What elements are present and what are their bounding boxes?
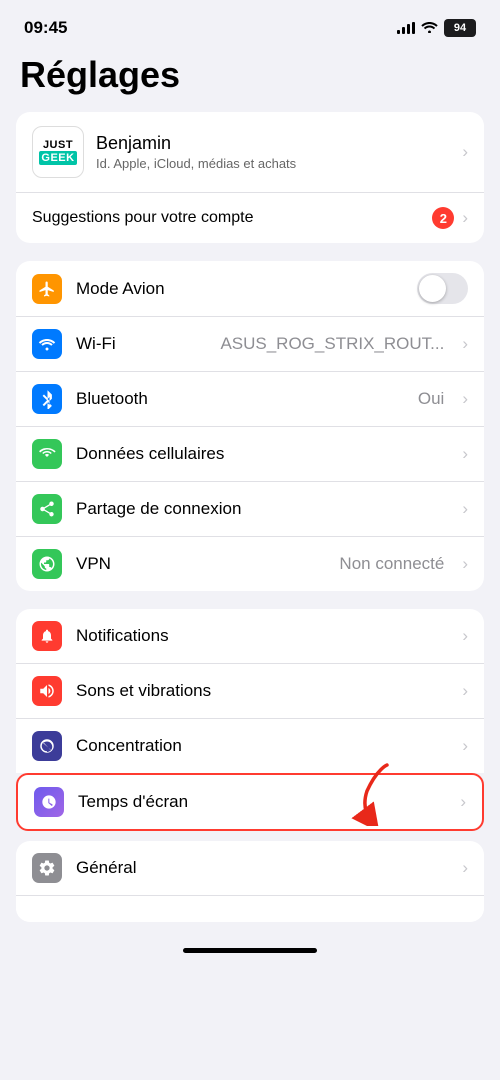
bluetooth-value: Oui: [418, 389, 444, 409]
page-title: Réglages: [0, 44, 500, 112]
wifi-icon: [32, 329, 62, 359]
battery-indicator: 94: [444, 19, 476, 37]
partage-chevron-icon: ›: [462, 499, 468, 519]
cellulaires-icon: [32, 439, 62, 469]
account-row[interactable]: JUST GEEK Benjamin Id. Apple, iCloud, mé…: [16, 112, 484, 192]
partage-label: Partage de connexion: [76, 499, 448, 519]
account-chevron-icon: ›: [462, 142, 468, 162]
notif-section: Notifications › Sons et vibrations › Con…: [0, 609, 500, 831]
general-card: Général ›: [16, 841, 484, 922]
temps-icon: [34, 787, 64, 817]
suggestion-badge: 2: [432, 207, 454, 229]
general-label: Général: [76, 858, 448, 878]
account-subtitle: Id. Apple, iCloud, médias et achats: [96, 156, 450, 171]
row-notif[interactable]: Notifications ›: [16, 609, 484, 663]
network-card: Mode Avion Wi-Fi ASUS_ROG_STRIX_ROUT... …: [16, 261, 484, 591]
row-bluetooth[interactable]: Bluetooth Oui ›: [16, 371, 484, 426]
row-vpn[interactable]: VPN Non connecté ›: [16, 536, 484, 591]
vpn-icon: [32, 549, 62, 579]
account-card: JUST GEEK Benjamin Id. Apple, iCloud, mé…: [16, 112, 484, 243]
avion-toggle-knob: [419, 275, 446, 302]
bluetooth-icon: [32, 384, 62, 414]
row-avion[interactable]: Mode Avion: [16, 261, 484, 316]
row-temps[interactable]: Temps d'écran ›: [18, 775, 482, 829]
notif-card: Notifications › Sons et vibrations › Con…: [16, 609, 484, 773]
row-concentration[interactable]: Concentration ›: [16, 718, 484, 773]
bluetooth-label: Bluetooth: [76, 389, 404, 409]
home-indicator-area: [0, 932, 500, 965]
account-name: Benjamin: [96, 133, 450, 154]
status-bar: 09:45 94: [0, 0, 500, 44]
wifi-status-icon: [421, 20, 438, 36]
row-cellulaires[interactable]: Données cellulaires ›: [16, 426, 484, 481]
notif-chevron-icon: ›: [462, 626, 468, 646]
concentration-chevron-icon: ›: [462, 736, 468, 756]
temps-chevron-icon: ›: [460, 792, 466, 812]
vpn-chevron-icon: ›: [462, 554, 468, 574]
sons-icon: [32, 676, 62, 706]
row-general[interactable]: Général ›: [16, 841, 484, 896]
home-indicator: [183, 948, 317, 953]
notif-label: Notifications: [76, 626, 448, 646]
avion-icon: [32, 274, 62, 304]
partage-icon: [32, 494, 62, 524]
general-partial-bottom: [16, 896, 484, 922]
status-icons: 94: [397, 19, 476, 37]
concentration-label: Concentration: [76, 736, 448, 756]
sons-chevron-icon: ›: [462, 681, 468, 701]
avion-toggle[interactable]: [417, 273, 468, 304]
suggestion-chevron-icon: ›: [462, 208, 468, 228]
concentration-icon: [32, 731, 62, 761]
wifi-value: ASUS_ROG_STRIX_ROUT...: [220, 334, 444, 354]
vpn-value: Non connecté: [339, 554, 444, 574]
temps-ecran-highlighted[interactable]: Temps d'écran ›: [16, 773, 484, 831]
row-wifi[interactable]: Wi-Fi ASUS_ROG_STRIX_ROUT... ›: [16, 316, 484, 371]
logo-just: JUST: [43, 139, 73, 151]
row-partage[interactable]: Partage de connexion ›: [16, 481, 484, 536]
sons-label: Sons et vibrations: [76, 681, 448, 701]
signal-bars-icon: [397, 22, 415, 34]
row-sons[interactable]: Sons et vibrations ›: [16, 663, 484, 718]
suggestion-row[interactable]: Suggestions pour votre compte 2 ›: [16, 192, 484, 243]
vpn-label: VPN: [76, 554, 325, 574]
account-info: Benjamin Id. Apple, iCloud, médias et ac…: [96, 133, 450, 171]
cellulaires-label: Données cellulaires: [76, 444, 448, 464]
wifi-label: Wi-Fi: [76, 334, 206, 354]
status-time: 09:45: [24, 18, 67, 38]
general-icon: [32, 853, 62, 883]
account-logo: JUST GEEK: [32, 126, 84, 178]
wifi-chevron-icon: ›: [462, 334, 468, 354]
bluetooth-chevron-icon: ›: [462, 389, 468, 409]
avion-label: Mode Avion: [76, 279, 403, 299]
suggestion-text: Suggestions pour votre compte: [32, 209, 432, 227]
general-chevron-icon: ›: [462, 858, 468, 878]
cellulaires-chevron-icon: ›: [462, 444, 468, 464]
red-arrow-icon: [349, 761, 404, 826]
notif-icon: [32, 621, 62, 651]
logo-geek: GEEK: [39, 151, 76, 165]
